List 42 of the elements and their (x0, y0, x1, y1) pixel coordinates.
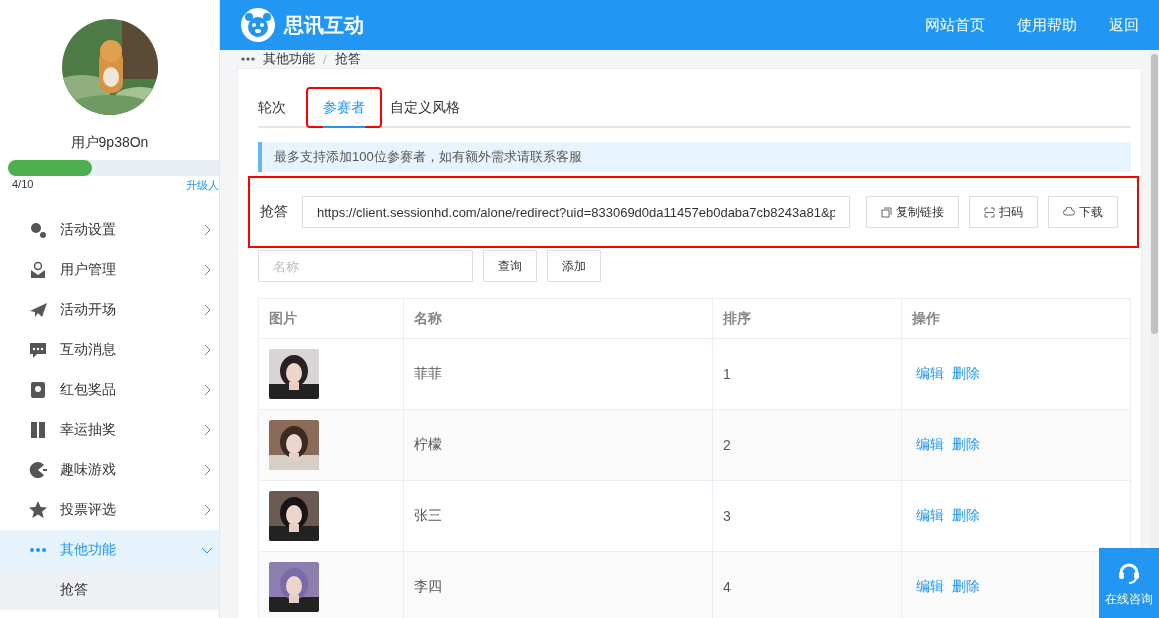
column-header: 排序 (712, 298, 902, 339)
bear-logo-icon (240, 7, 276, 43)
chat-icon (28, 340, 48, 360)
action-button[interactable]: 查询 (483, 250, 537, 282)
column-header: 名称 (403, 298, 713, 339)
gift-icon (28, 380, 48, 400)
table-cell: 1 (712, 338, 902, 410)
search-field[interactable]: 名称 (258, 250, 473, 282)
field-label: 抢答 (260, 203, 288, 221)
submenu-item[interactable]: 抢答 (0, 570, 219, 610)
table-cell: 柠檬 (403, 409, 713, 481)
more-icon (241, 57, 255, 61)
more-icon (29, 547, 47, 553)
user-icon (28, 260, 48, 280)
cloud-icon (1063, 207, 1075, 217)
table-cell: 李四 (403, 551, 713, 618)
game-icon (28, 460, 48, 480)
scrollbar-thumb[interactable] (1151, 54, 1158, 334)
breadcrumb-separator: / (323, 51, 327, 67)
grid-icon (28, 420, 48, 440)
table-cell: 菲菲 (403, 338, 713, 410)
app-title: 思讯互动 (284, 12, 365, 38)
column-header: 操作 (901, 298, 1131, 339)
copy-icon (881, 206, 892, 218)
table-cell: 3 (712, 480, 902, 552)
user-name: 用户9p38On (69, 134, 150, 152)
action-button[interactable]: 添加 (547, 250, 601, 282)
quota-text: 4/10 (12, 178, 34, 192)
star-icon (28, 500, 48, 520)
breadcrumb-item: 抢答 (334, 50, 361, 68)
action-button[interactable]: 扫码 (969, 196, 1038, 228)
column-header: 图片 (258, 298, 404, 339)
notice-banner: 最多支持添加100位参赛者，如有额外需求请联系客服 (258, 142, 1131, 172)
table-cell: 4 (712, 551, 902, 618)
scan-icon (984, 206, 995, 218)
action-button[interactable]: 复制链接 (866, 196, 959, 228)
tab[interactable]: 自定义风格 (390, 89, 478, 126)
breadcrumb-item[interactable]: 其他功能 (263, 50, 315, 68)
table-cell: 2 (712, 409, 902, 481)
tab[interactable]: 轮次 (258, 89, 304, 126)
action-button[interactable]: 下载 (1048, 196, 1118, 228)
table-cell: 张三 (403, 480, 713, 552)
